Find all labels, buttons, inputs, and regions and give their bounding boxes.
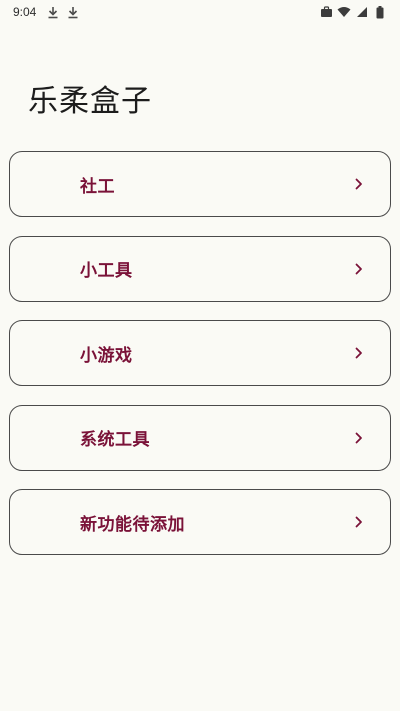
app-screen: 9:04 乐柔盒子 社工 小工具 小游戏 系统工具 新功能待添加 (0, 0, 400, 711)
menu-item-mini-games[interactable]: 小游戏 (9, 320, 391, 386)
menu-item-social-engineering[interactable]: 社工 (9, 151, 391, 217)
battery-icon (373, 5, 387, 19)
status-bar-right (319, 5, 387, 19)
wifi-icon (337, 5, 351, 19)
menu-list: 社工 小工具 小游戏 系统工具 新功能待添加 (9, 151, 391, 574)
menu-item-label: 新功能待添加 (80, 514, 185, 535)
page-title: 乐柔盒子 (28, 84, 152, 119)
menu-item-label: 小工具 (80, 261, 133, 281)
status-bar-left: 9:04 (13, 5, 80, 19)
briefcase-icon (319, 5, 333, 19)
status-bar: 9:04 (0, 0, 400, 24)
signal-icon (355, 5, 369, 19)
menu-item-small-tools[interactable]: 小工具 (9, 235, 391, 302)
menu-item-new-features[interactable]: 新功能待添加 (9, 489, 391, 555)
download-icon (66, 5, 80, 19)
download-icon (46, 5, 60, 19)
chevron-right-icon (354, 515, 364, 529)
chevron-right-icon (354, 346, 364, 360)
menu-item-label: 社工 (80, 176, 115, 197)
menu-item-label: 系统工具 (80, 430, 150, 450)
menu-item-label: 小游戏 (80, 345, 133, 366)
menu-item-system-tools[interactable]: 系统工具 (9, 404, 391, 471)
chevron-right-icon (354, 431, 364, 445)
chevron-right-icon (354, 262, 364, 276)
status-time: 9:04 (13, 5, 37, 19)
chevron-right-icon (354, 177, 364, 191)
